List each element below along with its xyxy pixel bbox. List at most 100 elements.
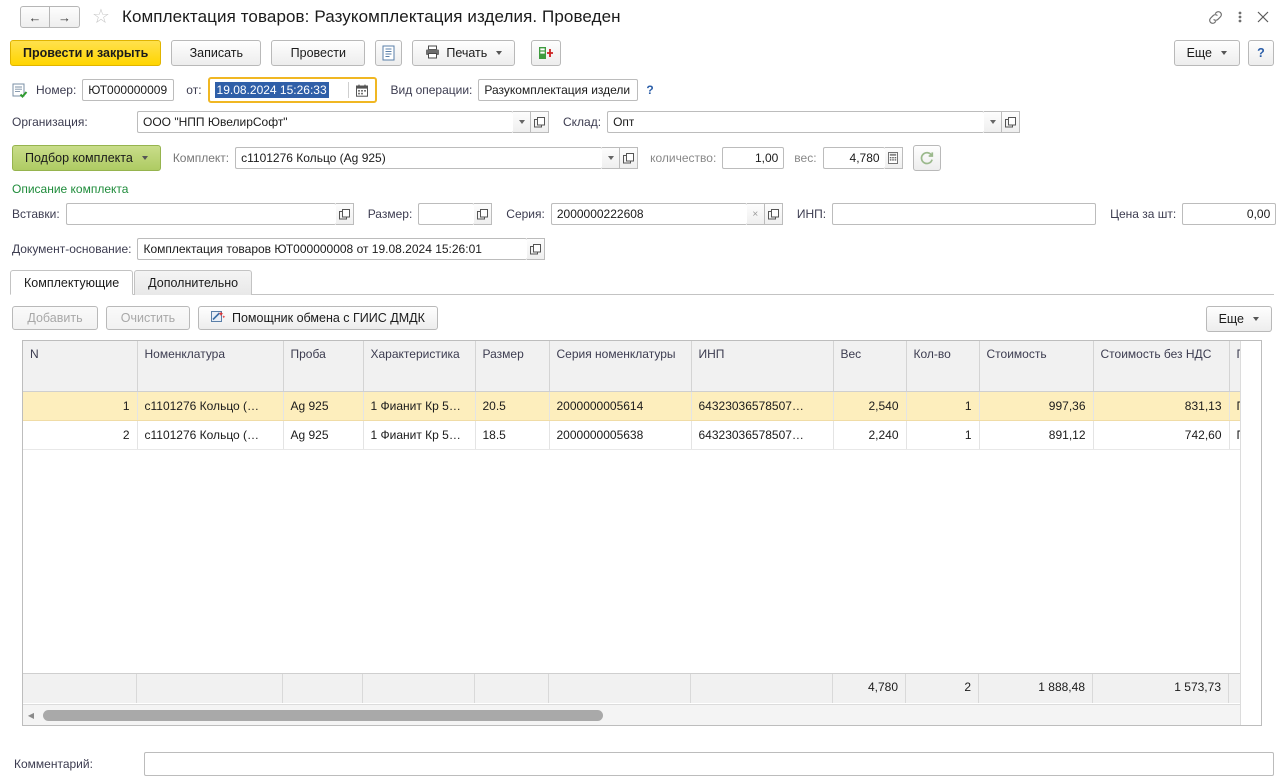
exchange-icon[interactable] [531,40,562,66]
number-field[interactable]: ЮТ000000009 [82,79,175,101]
document-register-icon[interactable] [375,40,403,66]
calendar-icon[interactable] [349,79,375,101]
arrow-left-icon[interactable]: ← [20,6,50,28]
kit-description-link[interactable]: Описание комплекта [12,182,128,196]
column-header-6[interactable]: ИНП [691,341,834,392]
cell-2[interactable]: Ag 925 [283,391,364,421]
close-icon[interactable] [1256,10,1270,24]
refresh-icon[interactable] [912,145,941,171]
open-link-icon[interactable] [531,111,549,133]
help-button[interactable]: ? [1248,40,1274,66]
kit-selector[interactable]: c1101276 Кольцо (Ag 925) [235,147,639,169]
tab-additional[interactable]: Дополнительно [134,270,253,295]
basis-document-field[interactable]: Комплектация товаров ЮТ000000008 от 19.0… [137,238,528,260]
star-icon[interactable]: ☆ [92,7,110,27]
cell-10[interactable]: 742,60 [1093,420,1230,450]
calculator-icon[interactable] [884,147,903,169]
write-button[interactable]: Записать [171,40,262,66]
cell-6[interactable]: 64323036578507… [691,391,834,421]
cell-2[interactable]: Ag 925 [283,420,364,450]
cell-8[interactable]: 1 [906,420,980,450]
chevron-down-icon[interactable] [602,147,621,169]
select-kit-button[interactable]: Подбор комплекта [12,145,161,171]
cell-3[interactable]: 1 Фианит Кр 5… [363,391,476,421]
column-header-7[interactable]: Вес [833,341,907,392]
cell-5[interactable]: 2000000005638 [549,420,692,450]
table-row[interactable]: 2 c1101276 Кольцо (… Ag 925 1 Фианит Кр 5… 1… [23,420,1261,450]
clear-button[interactable]: Очистить [106,306,190,330]
add-button[interactable]: Добавить [12,306,98,330]
open-link-icon[interactable] [527,238,546,260]
open-link-icon[interactable] [474,203,493,225]
series-selector[interactable]: 2000000222608 × [550,203,783,225]
scroll-track[interactable] [39,705,1245,726]
size-selector[interactable] [418,203,493,225]
print-button[interactable]: Печать [412,40,516,66]
price-field[interactable]: 0,00 [1182,203,1277,225]
scroll-thumb[interactable] [43,709,603,721]
column-header-3[interactable]: Характеристика [363,341,476,392]
clear-x-icon[interactable]: × [746,203,765,225]
column-header-2[interactable]: Проба [283,341,364,392]
kit-field[interactable]: c1101276 Кольцо (Ag 925) [235,147,603,169]
post-button[interactable]: Провести [271,40,366,66]
cell-0[interactable]: 2 [23,420,138,450]
cell-3[interactable]: 1 Фианит Кр 5… [363,420,476,450]
column-header-5[interactable]: Серия номенклатуры [549,341,692,392]
horizontal-scrollbar[interactable]: ◀ ▶ [23,704,1261,725]
warehouse-field[interactable]: Опт [607,111,985,133]
operation-help-icon[interactable]: ? [646,83,653,97]
cell-5[interactable]: 2000000005614 [549,391,692,421]
chevron-down-icon[interactable] [513,111,531,133]
cell-8[interactable]: 1 [906,391,980,421]
open-link-icon[interactable] [1002,111,1021,133]
inserts-field[interactable] [65,203,336,225]
cell-4[interactable]: 20.5 [475,391,550,421]
cell-1[interactable]: c1101276 Кольцо (… [137,420,284,450]
basis-document-selector[interactable]: Комплектация товаров ЮТ000000008 от 19.0… [137,238,546,260]
components-table[interactable]: N Номенклатура Проба Характеристика Размер Се… [22,340,1262,726]
inserts-selector[interactable] [65,203,354,225]
scroll-left-icon[interactable]: ◀ [23,711,39,720]
column-header-8[interactable]: Кол-во [906,341,980,392]
kebab-menu-icon[interactable] [1238,9,1242,25]
column-header-10[interactable]: Стоимость без НДС [1093,341,1230,392]
post-and-close-button[interactable]: Провести и закрыть [10,40,162,66]
cell-9[interactable]: 891,12 [979,420,1094,450]
column-header-1[interactable]: Номенклатура [137,341,284,392]
chevron-down-icon[interactable] [984,111,1003,133]
comment-input[interactable] [144,752,1274,776]
weight-field[interactable]: 4,780 [822,147,885,169]
tab-components[interactable]: Комплектующие [10,270,134,295]
cell-7[interactable]: 2,240 [833,420,907,450]
cell-6[interactable]: 64323036578507… [691,420,834,450]
cell-4[interactable]: 18.5 [475,420,550,450]
date-field-focused[interactable]: 19.08.2024 15:26:33 [207,77,377,103]
column-header-9[interactable]: Стоимость [979,341,1094,392]
table-more-button[interactable]: Еще [1205,306,1272,332]
quantity-field[interactable]: 1,00 [722,147,785,169]
open-link-icon[interactable] [764,203,783,225]
cell-10[interactable]: 831,13 [1093,391,1230,421]
cell-7[interactable]: 2,540 [833,391,907,421]
operation-type-field[interactable]: Разукомплектация издели [478,79,639,101]
arrow-right-icon[interactable]: → [50,6,80,28]
table-row[interactable]: 1 c1101276 Кольцо (… Ag 925 1 Фианит Кр 5… 2… [23,391,1261,421]
warehouse-selector[interactable]: Опт [607,111,1021,133]
link-icon[interactable] [1207,9,1224,26]
column-header-4[interactable]: Размер [475,341,550,392]
weight-selector[interactable]: 4,780 [822,147,903,169]
cell-1[interactable]: c1101276 Кольцо (… [137,391,284,421]
open-link-icon[interactable] [335,203,354,225]
organization-selector[interactable]: ООО "НПП ЮвелирСофт" [137,111,549,133]
more-button[interactable]: Еще [1173,40,1240,66]
vertical-scroll-column[interactable] [1240,341,1261,725]
size-field[interactable] [418,203,475,225]
date-field[interactable]: 19.08.2024 15:26:33 [209,79,348,101]
column-header-0[interactable]: N [23,341,138,392]
cell-0[interactable]: 1 [23,391,138,421]
open-link-icon[interactable] [620,147,639,169]
cell-9[interactable]: 997,36 [979,391,1094,421]
inp-field[interactable] [832,203,1097,225]
series-field[interactable]: 2000000222608 [550,203,747,225]
